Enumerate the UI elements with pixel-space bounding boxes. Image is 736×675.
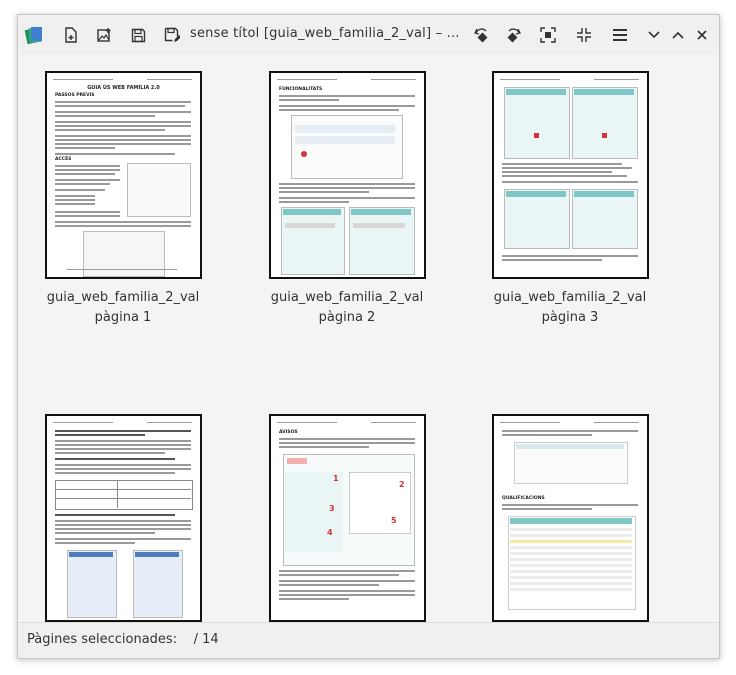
zoom-shrink-icon[interactable]: [574, 25, 594, 45]
pdf-arranger-window: sense títol [guia_web_familia_2_val] – .…: [17, 14, 720, 659]
page-caption: guia_web_familia_2_val pàgina 2: [247, 288, 447, 328]
page-preview[interactable]: AVISOS 1 2 3 4 5: [269, 414, 426, 622]
title-bar: sense títol [guia_web_familia_2_val] – .…: [18, 15, 719, 55]
page-filename: guia_web_familia_2_val: [493, 290, 647, 305]
page-heading: AVISOS: [279, 430, 298, 435]
page-number-label: pàgina 2: [318, 310, 376, 325]
page-caption: guia_web_familia_2_val pàgina 1: [23, 288, 223, 328]
page-filename: guia_web_familia_2_val: [46, 290, 200, 305]
selection-status: Pàgines seleccionades: / 14: [27, 632, 219, 647]
zoom-fit-icon[interactable]: [538, 25, 558, 45]
page-preview[interactable]: [45, 414, 202, 622]
rotate-left-icon[interactable]: [471, 25, 491, 45]
page-preview[interactable]: GUIA ÚS WEB FAMÍLIA 2.0 PASSOS PREVIS AC…: [45, 71, 202, 279]
page-caption: guia_web_familia_2_val pàgina 3: [470, 288, 670, 328]
total-pages-count: / 14: [193, 632, 219, 647]
close-icon[interactable]: [692, 25, 712, 45]
chevron-down-icon[interactable]: [644, 25, 664, 45]
page-heading: PASSOS PREVIS: [55, 93, 95, 98]
rotate-right-icon[interactable]: [504, 25, 524, 45]
page-number-label: pàgina 1: [94, 310, 152, 325]
page-grid[interactable]: GUIA ÚS WEB FAMÍLIA 2.0 PASSOS PREVIS AC…: [18, 55, 719, 622]
page-filename: guia_web_familia_2_val: [270, 290, 424, 305]
page-heading: QUALIFICACIONS: [502, 496, 545, 501]
page-preview[interactable]: FUNCIONALITATS: [269, 71, 426, 279]
new-document-icon[interactable]: [61, 25, 81, 45]
page-preview[interactable]: QUALIFICACIONS: [492, 414, 649, 622]
page-number-label: pàgina 3: [541, 310, 599, 325]
status-bar: Pàgines seleccionades: / 14: [18, 622, 719, 658]
save-icon[interactable]: [128, 25, 148, 45]
page-title: GUIA ÚS WEB FAMÍLIA 2.0: [87, 85, 160, 91]
window-title: sense títol [guia_web_familia_2_val] – .…: [190, 26, 460, 41]
menu-icon[interactable]: [610, 25, 630, 45]
chevron-up-icon[interactable]: [668, 25, 688, 45]
insert-image-icon[interactable]: [94, 25, 114, 45]
save-as-icon[interactable]: [162, 25, 182, 45]
page-heading: FUNCIONALITATS: [279, 87, 323, 92]
selected-pages-label: Pàgines seleccionades:: [27, 632, 178, 647]
app-logo-icon: [24, 25, 44, 45]
page-heading: ACCÉS: [55, 157, 72, 162]
page-preview[interactable]: [492, 71, 649, 279]
